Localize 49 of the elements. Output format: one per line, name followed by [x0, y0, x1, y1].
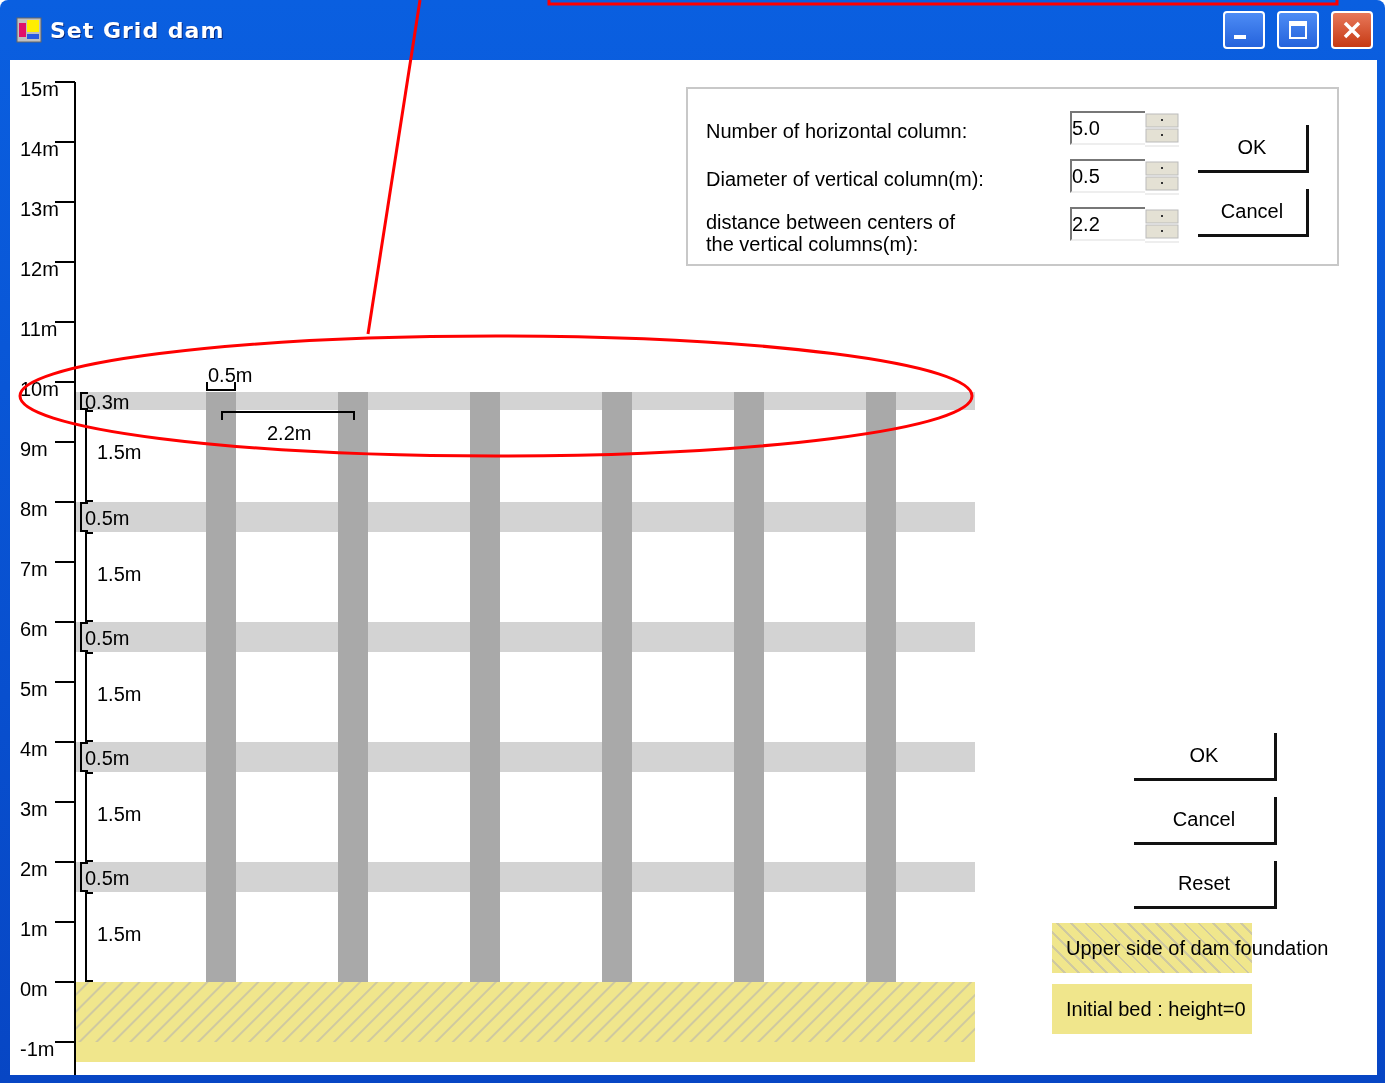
- axis-label: 3m: [20, 798, 48, 820]
- axis-label: 4m: [20, 738, 48, 760]
- dimension-label: 0.5m: [85, 627, 130, 649]
- axis-label: 0m: [20, 978, 48, 1000]
- spin-field[interactable]: 5.0: [1070, 111, 1145, 145]
- axis-label: 9m: [20, 438, 48, 460]
- dimension-label: 2.2m: [267, 422, 312, 444]
- axis-label: 11m: [20, 318, 58, 340]
- dimension-label: 0.5m: [85, 867, 130, 889]
- dimension-label: 0.5m: [85, 507, 130, 529]
- dimension-label: 0.5m: [85, 747, 130, 769]
- maximize-icon: [1286, 18, 1310, 42]
- close-button[interactable]: [1331, 11, 1373, 49]
- legend-label: Upper side of dam foundation: [1066, 936, 1329, 960]
- dimension-label: 1.5m: [97, 923, 142, 945]
- field-label: Number of horizontal column:: [706, 120, 969, 142]
- axis-label: 14m: [20, 138, 59, 160]
- axis-label: 8m: [20, 498, 48, 520]
- axis-label: 1m: [20, 918, 48, 940]
- dimension-label: 0.5m: [208, 364, 253, 386]
- dialog-button[interactable]: Cancel: [1198, 189, 1309, 237]
- axis-label: 12m: [20, 258, 59, 280]
- axis-label: 7m: [20, 558, 48, 580]
- window-title: Set Grid dam: [50, 17, 226, 43]
- spin-field[interactable]: 2.2: [1070, 207, 1145, 241]
- dimension-label: 1.5m: [97, 441, 142, 463]
- action-button[interactable]: Cancel: [1134, 797, 1277, 845]
- dimension-bracket: [206, 381, 236, 391]
- axis-label: 13m: [20, 198, 59, 220]
- axis-label: -1m: [20, 1038, 55, 1060]
- dimension-label: 1.5m: [97, 563, 142, 585]
- dimension-label: 0.3m: [85, 391, 130, 413]
- axis-label: 2m: [20, 858, 48, 880]
- axis-label: 5m: [20, 678, 48, 700]
- app-icon: [16, 17, 42, 43]
- dimension-label: 1.5m: [97, 803, 142, 825]
- axis-label: 15m: [20, 78, 59, 100]
- action-button[interactable]: OK: [1134, 733, 1277, 781]
- minimize-icon: [1234, 35, 1246, 39]
- spin-field[interactable]: 0.5: [1070, 159, 1145, 193]
- field-label: Diameter of vertical column(m):: [706, 168, 985, 190]
- minimize-button[interactable]: [1223, 11, 1265, 49]
- maximize-button[interactable]: [1277, 11, 1319, 49]
- dimension-label: 1.5m: [97, 683, 142, 705]
- dialog-button[interactable]: OK: [1198, 125, 1309, 173]
- legend-label: Initial bed : height=0: [1066, 997, 1246, 1021]
- action-button[interactable]: Reset: [1134, 861, 1277, 909]
- axis-label: 6m: [20, 618, 48, 640]
- field-label: distance between centers of the vertical columns(m):: [706, 211, 957, 255]
